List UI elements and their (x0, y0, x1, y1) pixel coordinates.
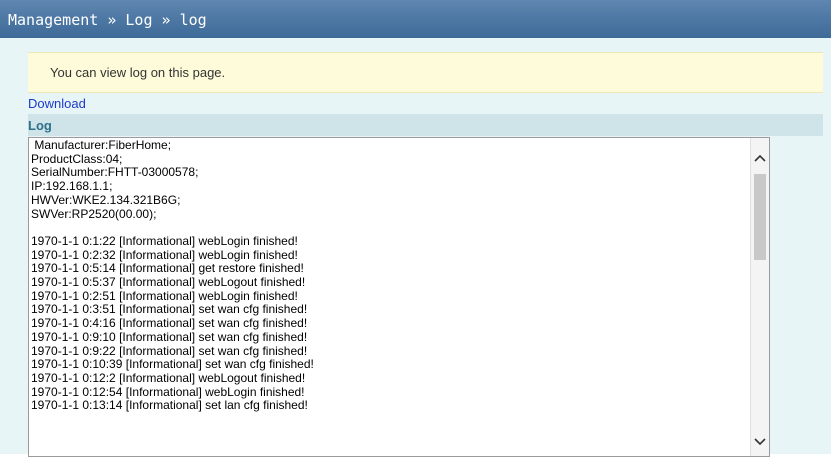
scrollbar-thumb[interactable] (754, 174, 766, 260)
info-message: You can view log on this page. (50, 65, 226, 80)
log-section-title: Log (28, 118, 52, 133)
log-scrollbar[interactable] (750, 138, 769, 456)
title-bar: Management » Log » log (0, 0, 831, 38)
breadcrumb: Management » Log » log (8, 11, 207, 29)
download-link[interactable]: Download (28, 96, 86, 111)
log-textarea[interactable]: Manufacturer:FiberHome; ProductClass:04;… (28, 137, 770, 457)
log-content: Manufacturer:FiberHome; ProductClass:04;… (31, 139, 314, 413)
chevron-down-icon[interactable] (754, 436, 766, 448)
info-message-box: You can view log on this page. (28, 52, 823, 93)
chevron-up-icon[interactable] (754, 152, 766, 164)
log-section-header: Log (28, 114, 823, 136)
main-content: You can view log on this page. Download … (0, 38, 831, 457)
